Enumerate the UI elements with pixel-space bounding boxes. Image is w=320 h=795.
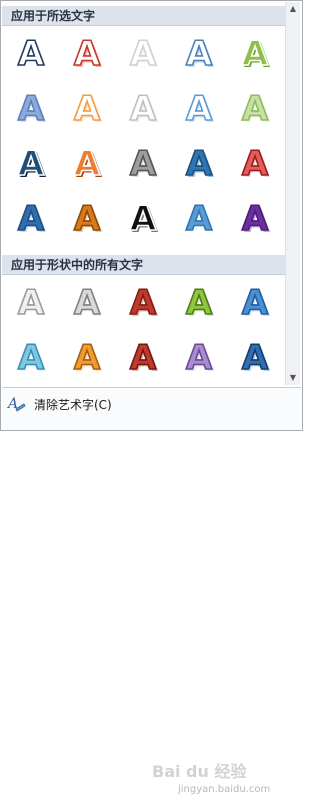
svg-text:A: A bbox=[74, 283, 101, 323]
svg-text:A: A bbox=[18, 283, 45, 323]
svg-text:A: A bbox=[242, 283, 269, 323]
wordart-grid-selected-text: AAAAAAAAAAAAAAAAAAAAAAAAAAAAAAAAAAAAAAAA bbox=[6, 29, 286, 249]
svg-text:A: A bbox=[18, 338, 45, 378]
svg-text:A: A bbox=[186, 283, 213, 323]
baidu-watermark: Bai du 经验 bbox=[152, 762, 247, 781]
wordart-style-6[interactable]: AA bbox=[6, 84, 56, 132]
wordart-style-11[interactable]: AA bbox=[6, 139, 56, 187]
wordart-style-19[interactable]: AA bbox=[174, 194, 224, 242]
svg-text:A: A bbox=[18, 144, 45, 184]
gallery-footer: A 清除艺术字(C) Bai du 经验 jingyan.baidu.com bbox=[2, 387, 301, 795]
svg-text:A: A bbox=[130, 34, 157, 74]
vertical-scrollbar[interactable]: ▲ ▼ bbox=[285, 2, 300, 385]
wordart-style-8[interactable]: AA bbox=[118, 84, 168, 132]
wordart-style-2[interactable]: AA bbox=[62, 29, 112, 77]
section-header-all-text: 应用于形状中的所有文字 bbox=[2, 255, 286, 275]
svg-text:A: A bbox=[74, 144, 101, 184]
wordart-style-12[interactable]: AA bbox=[62, 139, 112, 187]
wordart-style-16[interactable]: AA bbox=[6, 194, 56, 242]
wordart-style-25[interactable]: AA bbox=[230, 278, 280, 326]
svg-text:A: A bbox=[186, 144, 213, 184]
wordart-style-9[interactable]: AA bbox=[174, 84, 224, 132]
svg-text:A: A bbox=[242, 89, 269, 129]
wordart-style-13[interactable]: AA bbox=[118, 139, 168, 187]
section-header-selected-text: 应用于所选文字 bbox=[2, 6, 286, 26]
svg-text:A: A bbox=[74, 34, 101, 74]
svg-text:A: A bbox=[130, 144, 157, 184]
svg-text:A: A bbox=[18, 199, 45, 239]
wordart-style-4[interactable]: AA bbox=[174, 29, 224, 77]
wordart-style-24[interactable]: AA bbox=[174, 278, 224, 326]
svg-text:A: A bbox=[74, 338, 101, 378]
svg-text:A: A bbox=[186, 199, 213, 239]
svg-text:A: A bbox=[186, 89, 213, 129]
wordart-style-20[interactable]: AA bbox=[230, 194, 280, 242]
svg-text:A: A bbox=[18, 89, 45, 129]
wordart-style-18[interactable]: AA bbox=[118, 194, 168, 242]
wordart-style-17[interactable]: AA bbox=[62, 194, 112, 242]
clear-wordart-label: 清除艺术字(C) bbox=[34, 397, 112, 412]
wordart-style-30[interactable]: AA bbox=[230, 333, 280, 381]
svg-text:A: A bbox=[74, 89, 101, 129]
scroll-down-button[interactable]: ▼ bbox=[286, 371, 300, 385]
svg-text:A: A bbox=[130, 338, 157, 378]
svg-text:A: A bbox=[130, 89, 157, 129]
wordart-style-23[interactable]: AA bbox=[118, 278, 168, 326]
wordart-style-21[interactable]: AA bbox=[6, 278, 56, 326]
wordart-style-10[interactable]: AA bbox=[230, 84, 280, 132]
svg-text:A: A bbox=[242, 34, 269, 74]
clear-wordart-menu-item[interactable]: A 清除艺术字(C) bbox=[4, 392, 204, 416]
svg-text:A: A bbox=[242, 199, 269, 239]
svg-text:A: A bbox=[186, 338, 213, 378]
wordart-style-29[interactable]: AA bbox=[174, 333, 224, 381]
svg-text:A: A bbox=[242, 144, 269, 184]
clear-wordart-icon: A bbox=[6, 393, 28, 415]
wordart-style-27[interactable]: AA bbox=[62, 333, 112, 381]
wordart-grid-all-text: AAAAAAAAAAAAAAAAAAAA bbox=[6, 278, 286, 384]
wordart-style-7[interactable]: AA bbox=[62, 84, 112, 132]
wordart-style-1[interactable]: AA bbox=[6, 29, 56, 77]
svg-text:A: A bbox=[18, 34, 45, 74]
wordart-style-22[interactable]: AA bbox=[62, 278, 112, 326]
wordart-style-5[interactable]: AA bbox=[230, 29, 280, 77]
wordart-style-15[interactable]: AA bbox=[230, 139, 280, 187]
svg-text:A: A bbox=[186, 34, 213, 74]
wordart-style-14[interactable]: AA bbox=[174, 139, 224, 187]
svg-text:A: A bbox=[242, 338, 269, 378]
wordart-style-26[interactable]: AA bbox=[6, 333, 56, 381]
svg-text:A: A bbox=[130, 283, 157, 323]
scroll-up-button[interactable]: ▲ bbox=[286, 2, 300, 16]
wordart-gallery-panel: 应用于所选文字 AAAAAAAAAAAAAAAAAAAAAAAAAAAAAAAA… bbox=[0, 0, 303, 795]
svg-text:A: A bbox=[74, 199, 101, 239]
svg-text:A: A bbox=[130, 199, 157, 239]
baidu-watermark-url: jingyan.baidu.com bbox=[178, 784, 271, 795]
wordart-style-3[interactable]: AA bbox=[118, 29, 168, 77]
wordart-style-28[interactable]: AA bbox=[118, 333, 168, 381]
